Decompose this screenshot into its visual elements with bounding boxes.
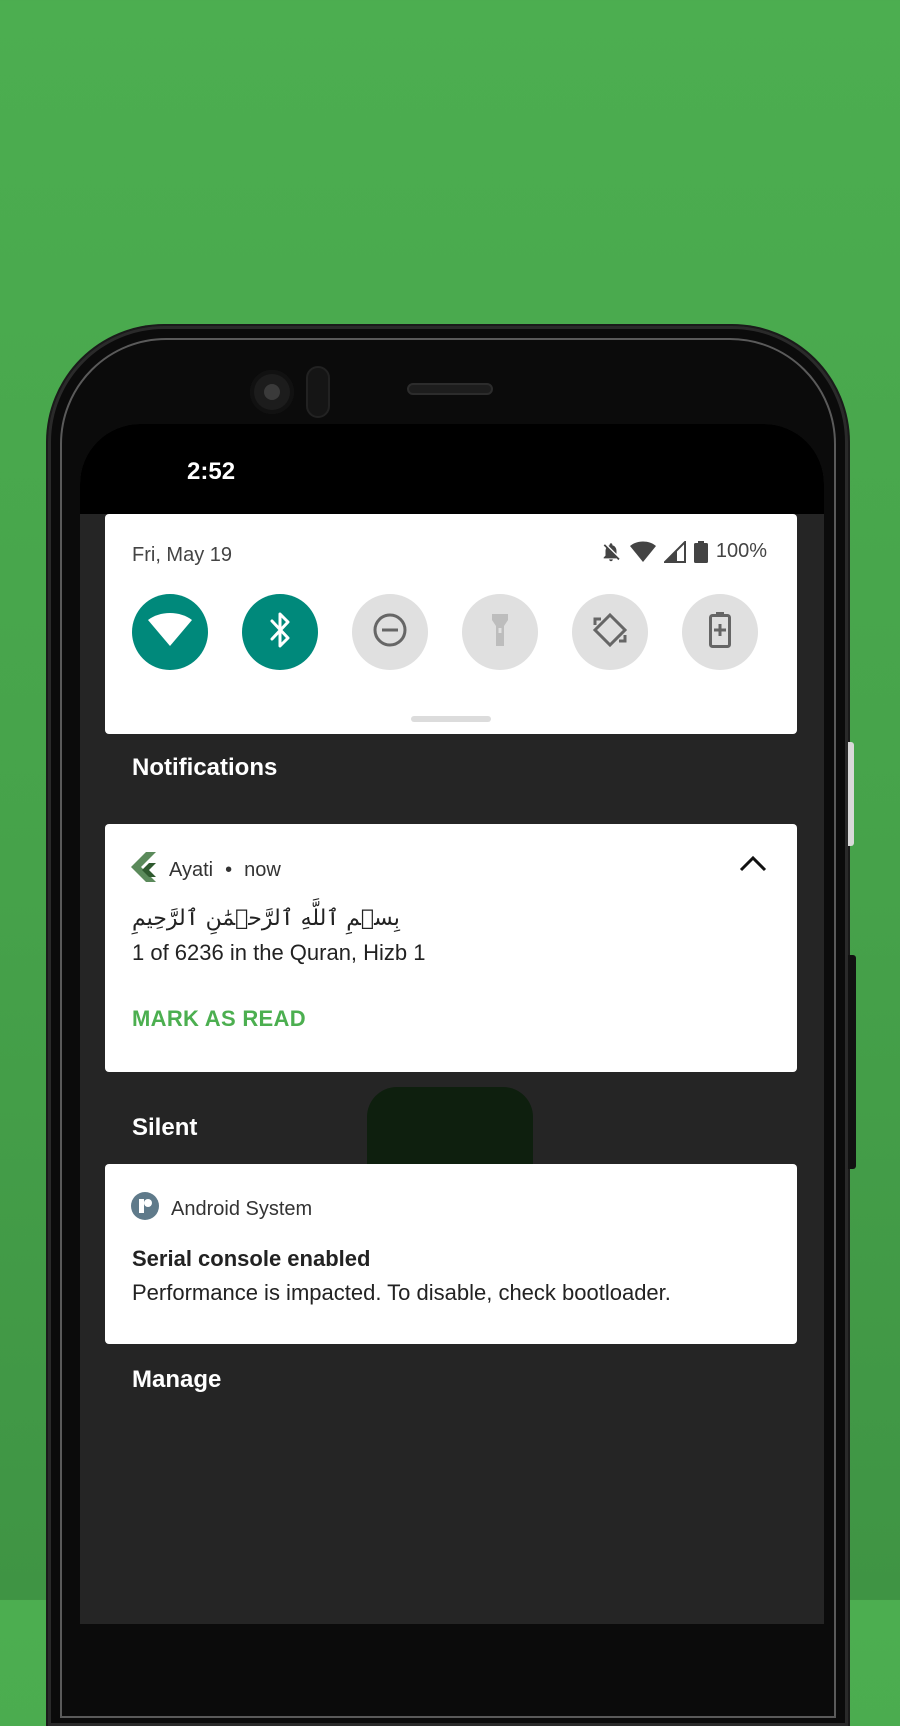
- volume-button: [848, 955, 856, 1169]
- notification-separator: •: [225, 858, 233, 881]
- dnd-icon: [372, 612, 408, 653]
- silent-header: Silent: [132, 1114, 198, 1141]
- qs-tile-flashlight[interactable]: [462, 594, 538, 670]
- phone-screen: 2:52 Fri, May 19 100% Notifications Ayat…: [80, 424, 824, 1624]
- notification-arabic-text: بِسۡمِ ٱللَّهِ ٱلرَّحۡمَٰنِ ٱلرَّحِيمِ: [132, 906, 400, 931]
- status-bar: 2:52: [80, 424, 824, 514]
- chevron-up-icon[interactable]: [739, 854, 767, 877]
- qs-tile-bluetooth[interactable]: [242, 594, 318, 670]
- android-system-icon: [131, 1192, 159, 1226]
- status-clock: 2:52: [187, 458, 236, 485]
- mark-as-read-button[interactable]: MARK AS READ: [132, 1006, 306, 1032]
- qs-tile-wifi[interactable]: [132, 594, 208, 670]
- qs-tile-auto-rotate[interactable]: [572, 594, 648, 670]
- wifi-status-icon: [629, 541, 656, 563]
- notification-time: now: [244, 858, 281, 881]
- wifi-icon: [148, 612, 192, 652]
- front-camera: [250, 370, 294, 414]
- qs-tile-dnd[interactable]: [352, 594, 428, 670]
- ayati-app-icon: [131, 852, 157, 888]
- qs-date[interactable]: Fri, May 19: [132, 544, 232, 567]
- system-notification-title: Serial console enabled: [132, 1246, 371, 1271]
- system-notification-body: Performance is impacted. To disable, che…: [132, 1280, 671, 1305]
- system-app-name: Android System: [171, 1197, 313, 1220]
- signal-icon: [663, 540, 686, 563]
- qs-drag-handle[interactable]: [411, 716, 491, 722]
- battery-saver-icon: [708, 611, 732, 654]
- system-notification[interactable]: Android System Serial console enabled Pe…: [105, 1164, 797, 1344]
- bluetooth-icon: [265, 611, 295, 654]
- battery-percent: 100%: [715, 540, 767, 562]
- notifications-header: Notifications: [132, 754, 278, 781]
- notification-app-row: Ayati • now: [131, 852, 281, 888]
- bell-off-icon: [600, 541, 622, 563]
- notification-body: 1 of 6236 in the Quran, Hizb 1: [132, 940, 426, 965]
- battery-icon: [693, 540, 708, 563]
- ayati-notification[interactable]: Ayati • now بِسۡمِ ٱللَّهِ ٱلرَّحۡمَٰنِ …: [105, 824, 797, 1072]
- earpiece-speaker: [407, 383, 493, 395]
- qs-status-icons: 100%: [600, 540, 767, 563]
- notification-app-name: Ayati: [169, 858, 214, 881]
- flashlight-icon: [490, 612, 510, 653]
- proximity-sensor: [306, 366, 330, 418]
- manage-button[interactable]: Manage: [132, 1366, 221, 1394]
- qs-tile-battery-saver[interactable]: [682, 594, 758, 670]
- quick-settings-panel: Fri, May 19 100%: [105, 514, 797, 734]
- rotate-icon: [591, 611, 629, 654]
- system-app-row: Android System: [131, 1192, 312, 1226]
- power-button: [848, 742, 854, 846]
